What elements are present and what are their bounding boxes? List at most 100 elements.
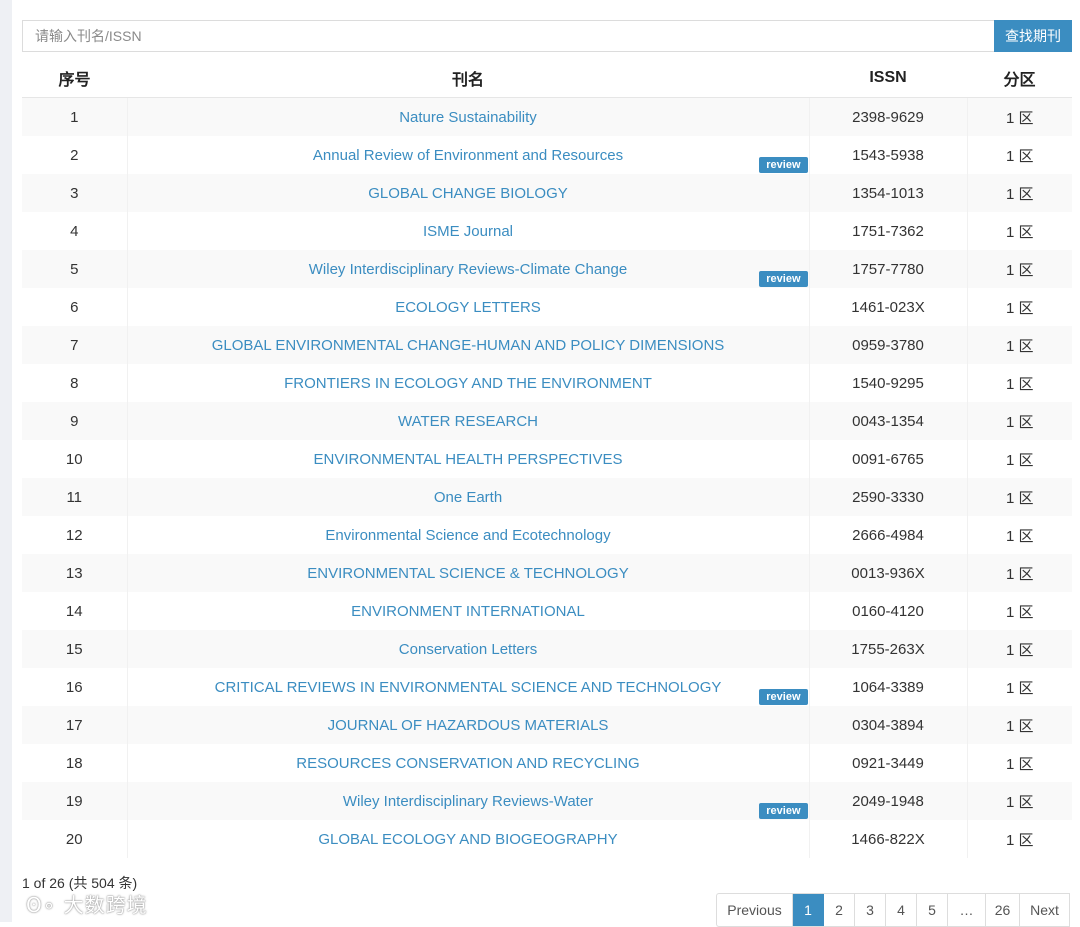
row-issn: 1354-1013	[808, 174, 967, 212]
search-input[interactable]	[22, 20, 994, 52]
row-zone: 1 区	[966, 706, 1072, 744]
row-zone: 1 区	[966, 782, 1072, 820]
journal-link[interactable]: Annual Review of Environment and Resourc…	[313, 147, 623, 164]
journal-link[interactable]: ENVIRONMENTAL HEALTH PERSPECTIVES	[314, 451, 623, 468]
table-row: 2 Annual Review of Environment and Resour…	[22, 136, 1072, 174]
journal-link[interactable]: FRONTIERS IN ECOLOGY AND THE ENVIRONMENT	[284, 375, 652, 392]
table-row: 18 RESOURCES CONSERVATION AND RECYCLING 09…	[22, 744, 1072, 782]
row-journal-name-cell: ECOLOGY LETTERS	[126, 288, 809, 326]
row-index: 6	[70, 298, 79, 316]
next-page-button[interactable]: Next	[1020, 894, 1070, 926]
page-button-3[interactable]: 3	[855, 894, 886, 926]
row-index: 7	[22, 326, 127, 364]
table-row: 8 FRONTIERS IN ECOLOGY AND THE ENVIRONMEN…	[22, 364, 1072, 402]
journal-link[interactable]: Wiley Interdisciplinary Reviews-Water	[343, 793, 593, 810]
row-index: 15	[22, 630, 127, 668]
row-index: 10	[65, 450, 83, 468]
header-issn: ISSN	[809, 58, 967, 98]
row-issn: 2590-3330	[808, 478, 967, 516]
row-zone: 1 区	[966, 440, 1072, 478]
left-edge-bar	[0, 0, 12, 922]
journal-link[interactable]: GLOBAL ECOLOGY AND BIOGEOGRAPHY	[318, 831, 617, 848]
row-issn: 0959-3780	[808, 326, 967, 364]
row-index: 5	[22, 250, 127, 288]
table-row: 14 ENVIRONMENT INTERNATIONAL 0160-4120 1 区	[22, 592, 1072, 630]
row-zone: 1 区	[966, 364, 1072, 402]
row-issn: 1755-263X	[808, 630, 967, 668]
previous-page-button[interactable]: Previous	[717, 894, 793, 926]
row-zone: 1 区	[966, 212, 1072, 250]
row-journal-name-cell: CRITICAL REVIEWS IN ENVIRONMENTAL SCIENC…	[126, 668, 809, 706]
row-journal-name-cell: Conservation Letters	[126, 630, 809, 668]
row-index: 14	[65, 602, 83, 620]
table-row: 17 JOURNAL OF HAZARDOUS MATERIALS 0304-389…	[22, 706, 1072, 744]
page-ellipsis[interactable]: …	[948, 894, 986, 926]
row-zone: 1 区	[966, 97, 1072, 136]
row-index: 3	[22, 174, 127, 212]
row-issn: 0921-3449	[808, 744, 967, 782]
row-zone: 1 区	[966, 402, 1072, 440]
table-row: 11 One Earth 2590-3330 1 区	[22, 478, 1072, 516]
journal-link[interactable]: Conservation Letters	[399, 641, 537, 658]
row-index: 9	[22, 402, 127, 440]
row-index: 17	[22, 706, 127, 744]
journal-link[interactable]: Nature Sustainability	[399, 109, 537, 126]
table-row: 16 CRITICAL REVIEWS IN ENVIRONMENTAL SCIE…	[22, 668, 1072, 706]
journal-link[interactable]: GLOBAL CHANGE BIOLOGY	[368, 185, 568, 202]
watermark-icon: ʘ∘	[26, 893, 57, 917]
journal-link[interactable]: GLOBAL ENVIRONMENTAL CHANGE-HUMAN AND PO…	[212, 337, 725, 354]
table-row: 1 Nature Sustainability 2398-9629 1 区	[22, 97, 1072, 136]
row-zone: 1 区	[966, 478, 1072, 516]
row-zone: 1 区	[966, 288, 1072, 326]
journal-link[interactable]: RESOURCES CONSERVATION AND RECYCLING	[296, 755, 639, 772]
row-journal-name-cell: GLOBAL ECOLOGY AND BIOGEOGRAPHY	[126, 820, 809, 858]
row-issn: 0013-936X	[808, 554, 967, 592]
journal-search: 查找期刊	[22, 20, 1072, 52]
page-button-26[interactable]: 26	[986, 894, 1020, 926]
header-name: 刊名	[127, 58, 809, 98]
row-index: 2	[70, 146, 79, 164]
journal-link[interactable]: CRITICAL REVIEWS IN ENVIRONMENTAL SCIENC…	[215, 679, 722, 696]
journal-link[interactable]: Environmental Science and Ecotechnology	[325, 527, 610, 544]
journal-link[interactable]: ISME Journal	[423, 223, 513, 240]
journal-link[interactable]: One Earth	[434, 489, 502, 506]
row-zone: 1 区	[966, 174, 1072, 212]
page-button-5[interactable]: 5	[917, 894, 948, 926]
row-issn: 2666-4984	[808, 516, 967, 554]
review-badge: review	[759, 689, 808, 705]
row-issn: 1757-7780	[808, 250, 967, 288]
table-row: 3 GLOBAL CHANGE BIOLOGY 1354-1013 1 区	[22, 174, 1072, 212]
row-zone: 1 区	[966, 516, 1072, 554]
journal-table: 序号 刊名 ISSN 分区 1 Nature Sustainability 2398…	[22, 58, 1072, 858]
row-index: 13	[22, 554, 127, 592]
page-button-1[interactable]: 1	[793, 894, 824, 926]
table-row: 12 Environmental Science and Ecotechnolog…	[22, 516, 1072, 554]
journal-link[interactable]: JOURNAL OF HAZARDOUS MATERIALS	[328, 717, 609, 734]
row-issn: 1461-023X	[808, 288, 967, 326]
row-journal-name-cell: Annual Review of Environment and Resourc…	[126, 136, 809, 174]
row-issn: 0091-6765	[808, 440, 967, 478]
row-issn: 0304-3894	[808, 706, 967, 744]
journal-link[interactable]: Wiley Interdisciplinary Reviews-Climate …	[309, 261, 627, 278]
row-index: 12	[65, 526, 83, 544]
row-zone: 1 区	[966, 592, 1072, 630]
row-issn: 1751-7362	[808, 212, 967, 250]
table-row: 6 ECOLOGY LETTERS 1461-023X 1 区	[22, 288, 1072, 326]
row-journal-name-cell: Environmental Science and Ecotechnology	[126, 516, 809, 554]
row-index: 18	[65, 754, 83, 772]
journal-link[interactable]: ENVIRONMENTAL SCIENCE & TECHNOLOGY	[307, 565, 628, 582]
search-button[interactable]: 查找期刊	[994, 20, 1072, 52]
row-journal-name-cell: Wiley Interdisciplinary Reviews-Water rev…	[126, 782, 809, 820]
page-button-4[interactable]: 4	[886, 894, 917, 926]
row-index: 20	[65, 830, 83, 848]
watermark-text: 大数跨境	[63, 893, 148, 917]
row-journal-name-cell: Wiley Interdisciplinary Reviews-Climate …	[126, 250, 809, 288]
journal-link[interactable]: ENVIRONMENT INTERNATIONAL	[351, 603, 585, 620]
journal-link[interactable]: ECOLOGY LETTERS	[395, 299, 541, 316]
table-row: 19 Wiley Interdisciplinary Reviews-Water r…	[22, 782, 1072, 820]
row-journal-name-cell: RESOURCES CONSERVATION AND RECYCLING	[126, 744, 809, 782]
row-journal-name-cell: GLOBAL ENVIRONMENTAL CHANGE-HUMAN AND PO…	[126, 326, 809, 364]
journal-link[interactable]: WATER RESEARCH	[398, 413, 538, 430]
page-button-2[interactable]: 2	[824, 894, 855, 926]
row-journal-name-cell: GLOBAL CHANGE BIOLOGY	[126, 174, 809, 212]
